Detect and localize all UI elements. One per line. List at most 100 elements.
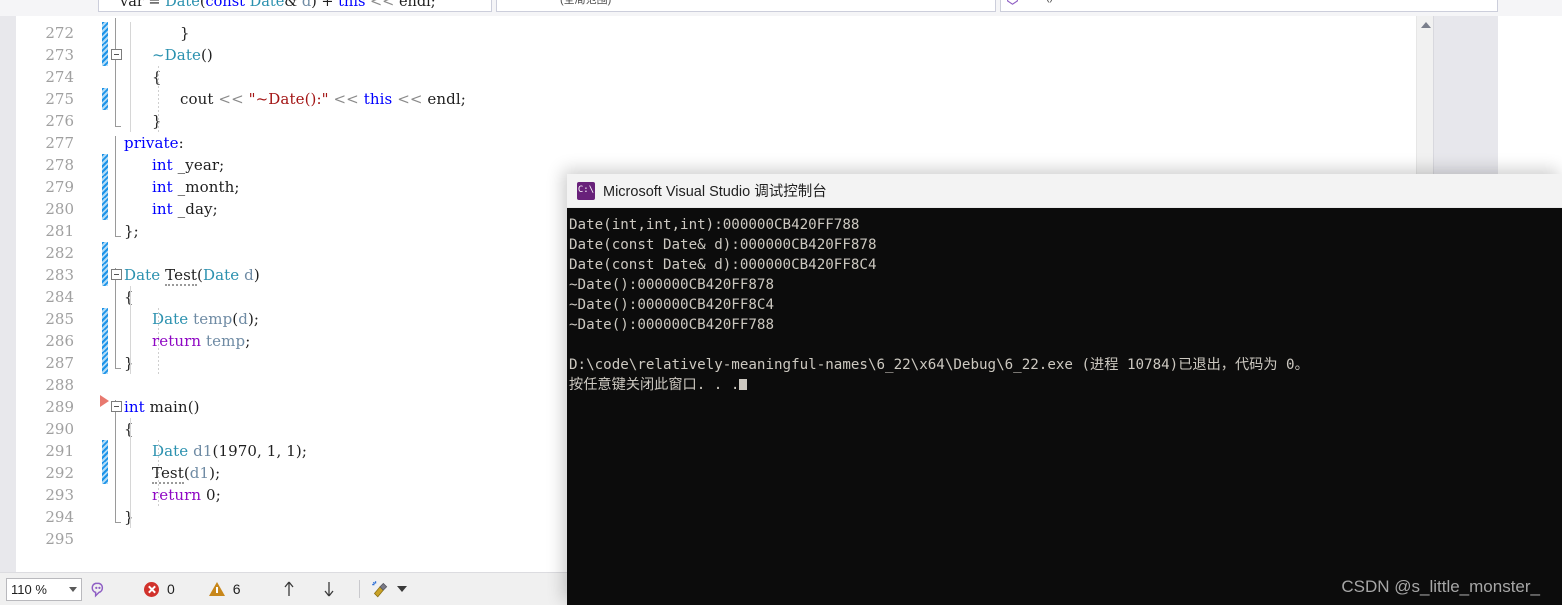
collapse-toggle[interactable] [111,49,122,60]
indent-guide [130,418,131,528]
outlining-bracket-end [115,522,121,523]
error-count-button[interactable]: 0 [144,573,175,605]
line-number: 276 [45,112,74,130]
chevron-down-icon[interactable] [69,586,77,592]
warning-count-button[interactable]: 6 [208,573,241,605]
code-line[interactable]: } [124,352,134,374]
arrow-down-icon [324,582,334,597]
code-line[interactable]: ~Date() [152,44,213,66]
line-number: 274 [45,68,74,86]
error-count: 0 [167,581,175,597]
code-line[interactable]: } [180,22,190,44]
code-line[interactable]: } [124,506,134,528]
console-line: Date(int,int,int):000000CB420FF788 [569,217,860,233]
outlining-bracket-end [115,126,121,127]
code-line[interactable]: { [124,418,134,440]
console-line: 按任意键关闭此窗口. . . [569,375,1562,395]
line-number: 278 [45,156,74,174]
chevron-down-icon[interactable] [396,586,407,592]
line-number: 290 [45,420,74,438]
line-number: 283 [45,266,74,284]
code-line[interactable]: Test(d1); [152,462,220,484]
glyph-margin[interactable] [82,16,100,572]
zoom-level-dropdown[interactable]: 110 % [6,577,82,601]
line-number: 280 [45,200,74,218]
line-number: 277 [45,134,74,152]
line-number: 286 [45,332,74,350]
line-number: 291 [45,442,74,460]
code-line[interactable]: } [152,110,162,132]
warning-icon [208,582,225,596]
console-line: ~Date():000000CB420FF788 [569,317,774,333]
outlining-bracket [115,400,116,522]
line-number: 289 [45,398,74,416]
code-line[interactable]: { [152,66,162,88]
indent-guide [158,308,159,374]
partial-code-line-above: var = Date(const Date& d) + this << endl… [120,0,436,8]
indent-guide [130,22,131,132]
error-icon [144,581,159,597]
status-separator [358,580,360,598]
outlining-bracket [115,268,116,368]
code-line[interactable]: }; [124,220,139,242]
code-line[interactable]: { [124,286,134,308]
code-line[interactable]: private: [124,132,184,154]
console-line: D:\code\relatively-meaningful-names\6_22… [569,357,1309,373]
bookmark-arrow-icon[interactable] [100,395,109,407]
navbar-member-dropdown[interactable] [1000,0,1498,12]
intellisense-icon [91,582,104,598]
code-line[interactable]: cout << "~Date():" << this << endl; [180,88,466,110]
outlining-bracket-end [115,368,121,369]
code-line[interactable]: int _day; [152,198,218,220]
console-title: Microsoft Visual Studio 调试控制台 [603,184,827,200]
line-number: 273 [45,46,74,64]
code-line[interactable]: Date d1(1970, 1, 1); [152,440,307,462]
line-number: 285 [45,310,74,328]
warning-count: 6 [232,581,241,597]
line-number: 281 [45,222,74,240]
code-line[interactable]: return 0; [152,484,221,506]
code-line[interactable]: int _year; [152,154,224,176]
outlining-bracket [115,18,116,126]
arrow-up-icon [284,581,294,596]
code-line[interactable]: return temp; [152,330,250,352]
outlining-bracket-end [115,236,121,237]
line-number: 288 [45,376,74,394]
line-number: 293 [45,486,74,504]
indent-guide [130,286,131,374]
outlining-margin[interactable] [108,16,124,572]
line-number: 284 [45,288,74,306]
collapse-toggle[interactable] [111,401,122,412]
code-line[interactable]: Date Test(Date d) [124,264,260,286]
line-number: 295 [45,530,74,548]
code-line[interactable]: Date temp(d); [152,308,259,330]
indent-guide [158,440,159,506]
line-number: 282 [45,244,74,262]
outlining-bracket [115,136,116,236]
console-line: ~Date():000000CB420FF878 [569,277,774,293]
line-number-gutter: 272 273 274 275 276 277 278 279 280 281 282 283 284 2… [16,16,82,572]
line-number: 294 [45,508,74,526]
debug-console-window[interactable]: C:\ Microsoft Visual Studio 调试控制台 Date(i… [567,174,1562,605]
collapse-toggle[interactable] [111,269,122,280]
navbar-member-label: main() [1022,0,1053,3]
indent-guide [158,66,159,132]
code-cleanup-icon [371,581,387,598]
intellisense-status-button[interactable] [90,573,108,605]
cmd-console-icon: C:\ [577,181,595,200]
watermark: CSDN @s_little_monster_ [1341,577,1540,596]
console-title-bar[interactable]: C:\ Microsoft Visual Studio 调试控制台 [567,174,1562,208]
line-number: 275 [45,90,74,108]
code-cleanup-button[interactable] [370,573,407,605]
console-line: Date(const Date& d):000000CB420FF8C4 [569,257,877,273]
previous-issue-button[interactable] [281,573,297,605]
code-line[interactable]: int main() [124,396,200,418]
console-line: ~Date():000000CB420FF8C4 [569,297,774,313]
zoom-level-value: 110 % [11,581,47,597]
next-issue-button[interactable] [321,573,337,605]
scroll-up-icon[interactable] [1421,22,1431,28]
line-number: 279 [45,178,74,196]
code-line[interactable]: int _month; [152,176,240,198]
line-number: 272 [45,24,74,42]
